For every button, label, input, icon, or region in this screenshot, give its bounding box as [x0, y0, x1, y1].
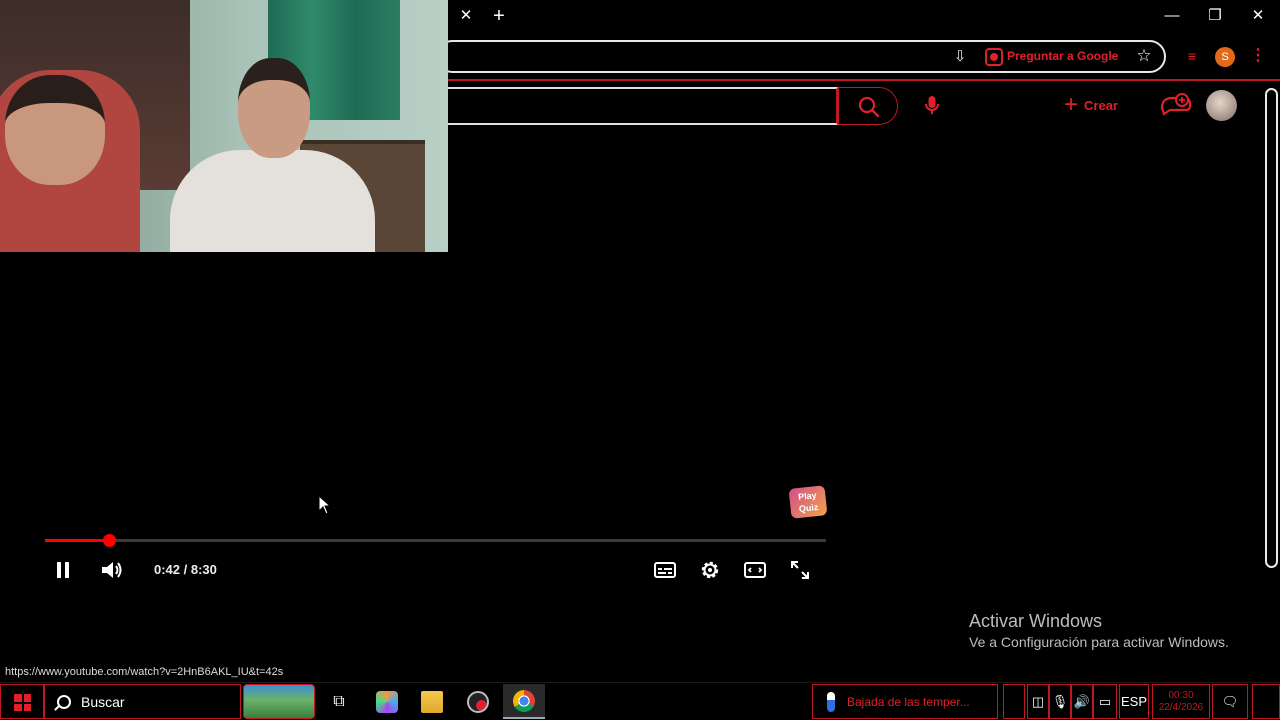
- search-icon: [858, 96, 880, 118]
- windows-logo-icon: [14, 694, 31, 711]
- recording-icon: [467, 690, 489, 713]
- clock-time: 00:30: [1168, 689, 1194, 701]
- show-desktop-button[interactable]: [1252, 684, 1280, 719]
- mouse-cursor-icon: [318, 495, 332, 515]
- language-indicator[interactable]: ESP: [1119, 684, 1149, 719]
- browser-menu-icon[interactable]: ⋮: [1250, 45, 1266, 67]
- taskbar-clock[interactable]: 00:30 22/4/2026: [1152, 684, 1210, 719]
- taskbar-app-copilot[interactable]: [366, 684, 408, 719]
- settings-gear-icon[interactable]: [697, 557, 723, 583]
- taskbar-search[interactable]: Buscar: [44, 684, 241, 719]
- new-tab-button[interactable]: +: [489, 5, 509, 27]
- fullscreen-button[interactable]: [787, 557, 813, 583]
- youtube-search-input[interactable]: [436, 87, 838, 125]
- progress-bar[interactable]: [45, 534, 826, 547]
- weather-text: Bajada de las temper...: [847, 694, 970, 709]
- pause-button[interactable]: [50, 557, 76, 583]
- theater-mode-button[interactable]: [742, 557, 768, 583]
- progress-scrubber[interactable]: [103, 534, 116, 547]
- youtube-search-button[interactable]: [838, 87, 898, 125]
- notification-center-icon[interactable]: 🗨: [1212, 684, 1248, 719]
- camera-icon[interactable]: ◫: [1027, 684, 1049, 719]
- folder-icon: [421, 690, 443, 713]
- close-window-button[interactable]: ✕: [1246, 6, 1270, 26]
- page-scrollbar[interactable]: [1265, 88, 1278, 568]
- activate-windows-subtitle: Ve a Configuración para activar Windows.: [969, 634, 1229, 650]
- tray-overflow[interactable]: [1003, 684, 1025, 719]
- google-lens-icon[interactable]: [985, 48, 1003, 66]
- user-avatar[interactable]: [1206, 90, 1237, 121]
- taskbar-app-explorer[interactable]: [411, 684, 453, 719]
- clock-date: 22/4/2026: [1158, 701, 1204, 713]
- profile-avatar[interactable]: S: [1215, 47, 1235, 67]
- search-icon: [57, 694, 71, 709]
- plus-icon: +: [1064, 91, 1079, 118]
- thermometer-icon: [827, 691, 835, 712]
- restore-button[interactable]: ❐: [1203, 6, 1227, 26]
- copilot-icon: [376, 690, 398, 713]
- create-button[interactable]: + Crear: [1064, 92, 1118, 118]
- microphone-tray-icon[interactable]: 🎙: [1049, 684, 1071, 719]
- bookmark-star-icon[interactable]: ☆: [1134, 45, 1154, 67]
- tab-bar: [448, 0, 1280, 36]
- taskbar-app-obs[interactable]: [457, 684, 499, 719]
- create-label: Crear: [1084, 97, 1118, 113]
- subtitles-button[interactable]: [652, 557, 678, 583]
- install-app-icon[interactable]: ⇩: [950, 47, 970, 67]
- activate-windows-title: Activar Windows: [969, 611, 1103, 631]
- taskbar-app-chrome[interactable]: [503, 684, 545, 719]
- search-highlight-image[interactable]: [243, 684, 315, 719]
- progress-fill: [45, 539, 109, 542]
- tab-close-icon[interactable]: ✕: [457, 6, 475, 26]
- minimize-button[interactable]: —: [1160, 6, 1184, 26]
- microphone-icon[interactable]: [920, 93, 944, 117]
- toolbar-divider: [448, 79, 1280, 81]
- notifications-icon[interactable]: [1158, 90, 1192, 118]
- time-display: 0:42 / 8:30: [154, 562, 217, 577]
- volume-button[interactable]: [99, 557, 125, 583]
- ask-google-button[interactable]: Preguntar a Google: [1007, 49, 1118, 63]
- start-button[interactable]: [0, 684, 44, 719]
- channel-watermark[interactable]: Play Quiz: [788, 485, 828, 519]
- taskbar-search-label: Buscar: [81, 693, 125, 710]
- task-view-icon[interactable]: ⧉: [318, 684, 360, 719]
- network-icon[interactable]: ▭: [1093, 684, 1117, 719]
- reading-list-icon[interactable]: ≡: [1182, 46, 1202, 66]
- weather-widget[interactable]: Bajada de las temper...: [812, 684, 998, 719]
- status-bar-url: https://www.youtube.com/watch?v=2HnB6AKL…: [0, 664, 289, 682]
- speaker-icon[interactable]: 🔊: [1071, 684, 1093, 719]
- chrome-icon: [513, 689, 535, 712]
- webcam-overlay: [0, 0, 448, 252]
